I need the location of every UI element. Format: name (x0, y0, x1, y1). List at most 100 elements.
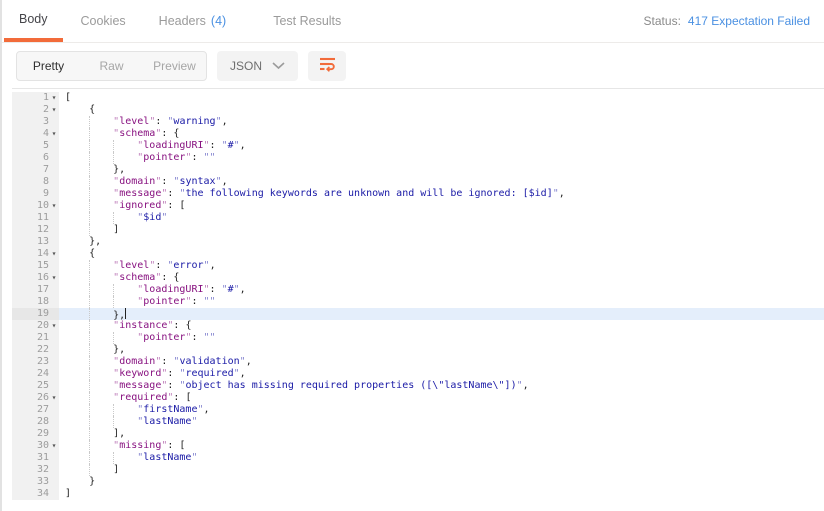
code-line[interactable]: 10 ▾ "ignored": [ (12, 200, 824, 212)
code-line-text[interactable]: { (59, 248, 824, 260)
wrap-text-button[interactable] (308, 51, 347, 81)
fold-toggle-icon[interactable]: ▾ (49, 92, 59, 104)
code-line-text[interactable]: "schema": { (59, 128, 824, 140)
gutter-cell: 5 (12, 140, 59, 152)
code-line[interactable]: 19 }, (12, 308, 824, 321)
fold-toggle-icon[interactable]: ▾ (49, 440, 59, 452)
fold-toggle-icon[interactable]: ▾ (49, 128, 59, 140)
code-line[interactable]: 33 } (12, 476, 824, 488)
code-line-text[interactable]: }, (59, 308, 824, 321)
code-line[interactable]: 9 "message": "the following keywords are… (12, 188, 824, 200)
code-line[interactable]: 13 }, (12, 236, 824, 248)
code-line[interactable]: 26 ▾ "required": [ (12, 392, 824, 404)
code-line-text[interactable]: [ (59, 92, 824, 104)
code-line-text[interactable]: "loadingURI": "#", (59, 140, 824, 152)
code-line-text[interactable]: "message": "object has missing required … (59, 380, 824, 392)
fold-toggle-icon[interactable]: ▾ (49, 200, 59, 212)
code-line-text[interactable]: }, (59, 164, 824, 176)
code-line-text[interactable]: } (59, 476, 824, 488)
code-line-text[interactable]: { (59, 104, 824, 116)
code-line-text[interactable]: ] (59, 224, 824, 236)
code-line-text[interactable]: "domain": "syntax", (59, 176, 824, 188)
fold-toggle-icon[interactable]: ▾ (49, 272, 59, 284)
gutter-cell: 27 (12, 404, 59, 416)
code-line-text[interactable]: "level": "warning", (59, 116, 824, 128)
code-line[interactable]: 2 ▾ { (12, 104, 824, 116)
code-line-text[interactable]: "keyword": "required", (59, 368, 824, 380)
code-line[interactable]: 20 ▾ "instance": { (12, 320, 824, 332)
code-line-text[interactable]: "missing": [ (59, 440, 824, 452)
code-line[interactable]: 32 ] (12, 464, 824, 476)
code-line-text[interactable]: "pointer": "" (59, 332, 824, 344)
code-line-text[interactable]: }, (59, 344, 824, 356)
code-line-text[interactable]: ] (59, 464, 824, 476)
pretty-button[interactable]: Pretty (17, 52, 80, 80)
gutter-cell: 16 ▾ (12, 272, 59, 284)
code-editor[interactable]: 1 ▾[2 ▾ {3 "level": "warning", 4 ▾ "schema":… (12, 88, 824, 500)
code-line-text[interactable]: }, (59, 236, 824, 248)
tab-cookies[interactable]: Cookies (81, 0, 126, 42)
preview-button[interactable]: Preview (143, 52, 206, 80)
code-line[interactable]: 8 "domain": "syntax", (12, 176, 824, 188)
code-line[interactable]: 29 ], (12, 428, 824, 440)
code-line[interactable]: 21 "pointer": "" (12, 332, 824, 344)
line-number: 18 (36, 296, 49, 307)
code-line[interactable]: 31 "lastName" (12, 452, 824, 464)
code-line[interactable]: 17 "loadingURI": "#", (12, 284, 824, 296)
text-cursor (125, 308, 127, 319)
tab-headers[interactable]: Headers (4) (159, 0, 227, 42)
code-line[interactable]: 25 "message": "object has missing requir… (12, 380, 824, 392)
language-select[interactable]: JSON (217, 51, 299, 81)
gutter-cell: 12 (12, 224, 59, 236)
code-line-text[interactable]: "firstName", (59, 404, 824, 416)
code-line[interactable]: 22 }, (12, 344, 824, 356)
code-line[interactable]: 6 "pointer": "" (12, 152, 824, 164)
code-line[interactable]: 24 "keyword": "required", (12, 368, 824, 380)
gutter-cell: 7 (12, 164, 59, 176)
code-line[interactable]: 15 "level": "error", (12, 260, 824, 272)
fold-toggle-icon[interactable]: ▾ (49, 320, 59, 332)
tab-body[interactable]: Body (4, 0, 63, 42)
code-line-text[interactable]: "lastName" (59, 416, 824, 428)
code-line-text[interactable]: "loadingURI": "#", (59, 284, 824, 296)
code-line[interactable]: 11 "$id" (12, 212, 824, 224)
code-line[interactable]: 1 ▾[ (12, 92, 824, 104)
code-line[interactable]: 34] (12, 488, 824, 500)
code-line-text[interactable]: "schema": { (59, 272, 824, 284)
code-line[interactable]: 23 "domain": "validation", (12, 356, 824, 368)
code-line[interactable]: 30 ▾ "missing": [ (12, 440, 824, 452)
fold-toggle-icon[interactable]: ▾ (49, 104, 59, 116)
code-line[interactable]: 3 "level": "warning", (12, 116, 824, 128)
code-line-text[interactable]: ], (59, 428, 824, 440)
fold-toggle-icon[interactable]: ▾ (49, 392, 59, 404)
code-line-text[interactable]: "instance": { (59, 320, 824, 332)
line-number: 17 (36, 284, 49, 295)
code-line-text[interactable]: "domain": "validation", (59, 356, 824, 368)
line-number: 16 (36, 272, 49, 283)
code-line-text[interactable]: ] (59, 488, 824, 500)
raw-button[interactable]: Raw (80, 52, 143, 80)
line-number: 11 (36, 212, 49, 223)
code-line-text[interactable]: "required": [ (59, 392, 824, 404)
code-line-text[interactable]: "ignored": [ (59, 200, 824, 212)
gutter-cell: 28 (12, 416, 59, 428)
code-line[interactable]: 18 "pointer": "" (12, 296, 824, 308)
fold-toggle-icon[interactable]: ▾ (49, 248, 59, 260)
line-number: 33 (36, 476, 49, 487)
code-line-text[interactable]: "level": "error", (59, 260, 824, 272)
code-line[interactable]: 7 }, (12, 164, 824, 176)
code-line-text[interactable]: "pointer": "" (59, 152, 824, 164)
code-line-text[interactable]: "message": "the following keywords are u… (59, 188, 824, 200)
code-line[interactable]: 5 "loadingURI": "#", (12, 140, 824, 152)
status-code-value: 417 Expectation Failed (687, 14, 810, 28)
code-line[interactable]: 12 ] (12, 224, 824, 236)
code-line[interactable]: 28 "lastName" (12, 416, 824, 428)
code-line-text[interactable]: "pointer": "" (59, 296, 824, 308)
code-line[interactable]: 14 ▾ { (12, 248, 824, 260)
code-line[interactable]: 27 "firstName", (12, 404, 824, 416)
code-line[interactable]: 4 ▾ "schema": { (12, 128, 824, 140)
tab-test-results[interactable]: Test Results (273, 0, 341, 42)
code-line[interactable]: 16 ▾ "schema": { (12, 272, 824, 284)
code-line-text[interactable]: "lastName" (59, 452, 824, 464)
code-line-text[interactable]: "$id" (59, 212, 824, 224)
